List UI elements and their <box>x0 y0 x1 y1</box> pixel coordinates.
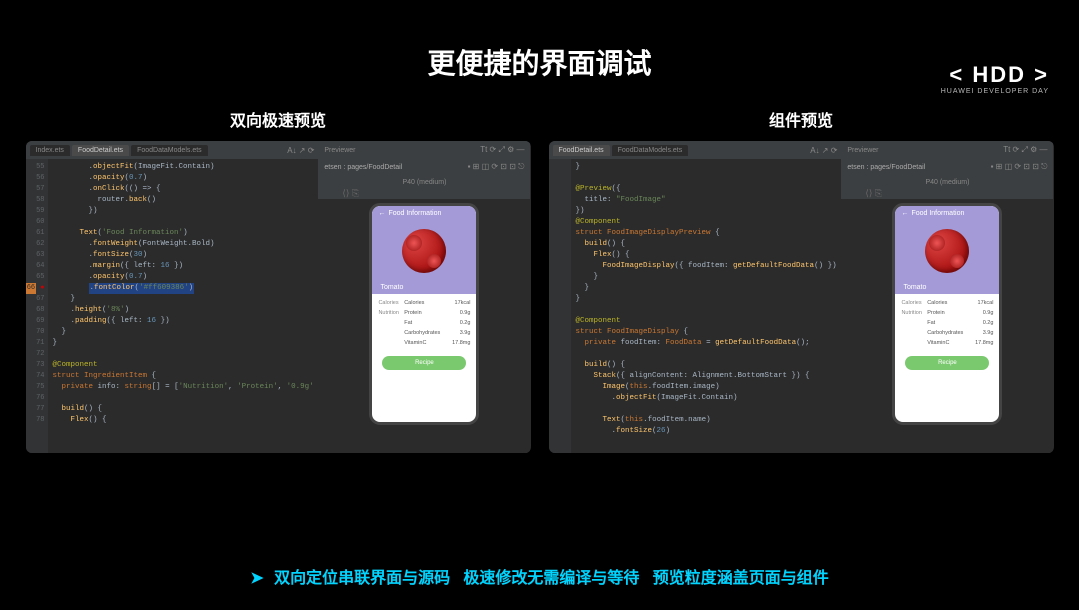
panel-left: 双向极速预览 Index.ets FoodDetail.ets FoodData… <box>26 107 531 453</box>
code-pane: Index.ets FoodDetail.ets FoodDataModels.… <box>26 141 319 453</box>
preview-header: Previewer Tt ⟳ ⤢ ⚙ — <box>318 141 530 159</box>
line-gutter: 55 56 57 58 59 60 61 62 63 64 65 66 ● 67… <box>26 159 48 453</box>
preview-mini-icons[interactable]: ⟨⟩ ⎘ <box>318 188 530 199</box>
editor-tabs: Index.ets FoodDetail.ets FoodDataModels.… <box>26 141 319 159</box>
panel-right: 组件预览 FoodDetail.ets FoodDataModels.ets A… <box>549 107 1054 453</box>
preview-path: etsen : pages/FoodDetail <box>847 164 925 171</box>
table-row: Carbohydrates3.9g <box>901 328 993 338</box>
preview-toolbar: etsen : pages/FoodDetail ▪ ⊞ ◫ ⟳ ⊡ ⊡ ⎋ <box>841 159 1053 175</box>
tabs-tools[interactable]: A↓ ↗ ⟳ <box>287 146 314 155</box>
tomato-image <box>402 229 446 273</box>
table-row: VitaminC17.8mg <box>901 338 993 348</box>
preview-tool-icons[interactable]: Tt ⟳ ⤢ ⚙ — <box>480 145 524 155</box>
ide-left: Index.ets FoodDetail.ets FoodDataModels.… <box>26 141 531 453</box>
preview-toolbar-icons[interactable]: ▪ ⊞ ◫ ⟳ ⊡ ⊡ ⎋ <box>991 162 1048 172</box>
phone-header-title: Food Information <box>911 210 964 217</box>
tab-foodmodels[interactable]: FoodDataModels.ets <box>131 145 208 156</box>
back-icon[interactable]: ← <box>378 210 385 217</box>
panel-left-label: 双向极速预览 <box>230 107 326 131</box>
table-row: CaloriesCalories17kcal <box>378 298 470 308</box>
food-image <box>372 221 476 281</box>
tab-fooddetail[interactable]: FoodDetail.ets <box>72 145 129 156</box>
footer-t2: 极速修改无需编译与等待 <box>463 570 639 587</box>
food-name: Tomato <box>372 281 476 294</box>
arrow-icon: ➤ <box>250 570 263 587</box>
phone-area: ← Food Information Tomato CaloriesCalori… <box>841 199 1053 453</box>
ide-right: FoodDetail.ets FoodDataModels.ets A↓ ↗ ⟳… <box>549 141 1054 453</box>
preview-device: P40 (medium) <box>841 179 1053 186</box>
nutrition-table: CaloriesCalories17kcal NutritionProtein0… <box>895 294 999 352</box>
back-icon[interactable]: ← <box>901 210 908 217</box>
phone-header: ← Food Information <box>372 206 476 221</box>
logo-sub: HUAWEI DEVELOPER DAY <box>941 88 1049 95</box>
table-row: VitaminC17.8mg <box>378 338 470 348</box>
nutrition-table: CaloriesCalories17kcal NutritionProtein0… <box>372 294 476 352</box>
code-text-right[interactable]: } @Preview({ title: "FoodImage" }) @Comp… <box>571 159 842 453</box>
editor-tabs: FoodDetail.ets FoodDataModels.ets A↓ ↗ ⟳ <box>549 141 842 159</box>
table-row: NutritionProtein0.9g <box>901 308 993 318</box>
preview-toolbar: etsen : pages/FoodDetail ▪ ⊞ ◫ ⟳ ⊡ ⊡ ⎋ <box>318 159 530 175</box>
code-pane: FoodDetail.ets FoodDataModels.ets A↓ ↗ ⟳… <box>549 141 842 453</box>
phone-header: ← Food Information <box>895 206 999 221</box>
table-row: NutritionProtein0.9g <box>378 308 470 318</box>
phone-mock[interactable]: ← Food Information Tomato CaloriesCalori… <box>369 203 479 425</box>
preview-toolbar-icons[interactable]: ▪ ⊞ ◫ ⟳ ⊡ ⊡ ⎋ <box>468 162 525 172</box>
table-row: Fat0.2g <box>378 318 470 328</box>
line-gutter <box>549 159 571 453</box>
preview-mini-icons[interactable]: ⟨⟩ ⎘ <box>841 188 1053 199</box>
preview-pane: Previewer Tt ⟳ ⤢ ⚙ — etsen : pages/FoodD… <box>318 141 530 453</box>
panel-right-label: 组件预览 <box>769 107 833 131</box>
preview-title: Previewer <box>847 147 878 154</box>
phone-header-title: Food Information <box>388 210 441 217</box>
logo-main: < HDD > <box>941 62 1049 88</box>
table-row: CaloriesCalories17kcal <box>901 298 993 308</box>
preview-pane: Previewer Tt ⟳ ⤢ ⚙ — etsen : pages/FoodD… <box>841 141 1053 453</box>
code-body[interactable]: 55 56 57 58 59 60 61 62 63 64 65 66 ● 67… <box>26 159 319 453</box>
recipe-button[interactable]: Recipe <box>382 356 466 370</box>
food-name: Tomato <box>895 281 999 294</box>
table-row: Fat0.2g <box>901 318 993 328</box>
preview-path: etsen : pages/FoodDetail <box>324 164 402 171</box>
footer-t3: 预览粒度涵盖页面与组件 <box>653 570 829 587</box>
tabs-tools[interactable]: A↓ ↗ ⟳ <box>810 146 837 155</box>
preview-device: P40 (medium) <box>318 179 530 186</box>
phone-mock[interactable]: ← Food Information Tomato CaloriesCalori… <box>892 203 1002 425</box>
panels-row: 双向极速预览 Index.ets FoodDetail.ets FoodData… <box>0 107 1079 453</box>
phone-area: ← Food Information Tomato CaloriesCalori… <box>318 199 530 453</box>
preview-title: Previewer <box>324 147 355 154</box>
page-title: 更便捷的界面调试 <box>0 42 1079 82</box>
preview-header: Previewer Tt ⟳ ⤢ ⚙ — <box>841 141 1053 159</box>
food-image <box>895 221 999 281</box>
hdd-logo: < HDD > HUAWEI DEVELOPER DAY <box>941 62 1049 95</box>
tab-index[interactable]: Index.ets <box>30 145 70 156</box>
footer-t1: 双向定位串联界面与源码 <box>274 570 450 587</box>
code-text-left[interactable]: .objectFit(ImageFit.Contain) .opacity(0.… <box>48 159 319 453</box>
tab-fooddetail[interactable]: FoodDetail.ets <box>553 145 610 156</box>
table-row: Carbohydrates3.9g <box>378 328 470 338</box>
tomato-image <box>925 229 969 273</box>
code-body[interactable]: } @Preview({ title: "FoodImage" }) @Comp… <box>549 159 842 453</box>
preview-tool-icons[interactable]: Tt ⟳ ⤢ ⚙ — <box>1003 145 1047 155</box>
tab-foodmodels[interactable]: FoodDataModels.ets <box>612 145 689 156</box>
recipe-button[interactable]: Recipe <box>905 356 989 370</box>
